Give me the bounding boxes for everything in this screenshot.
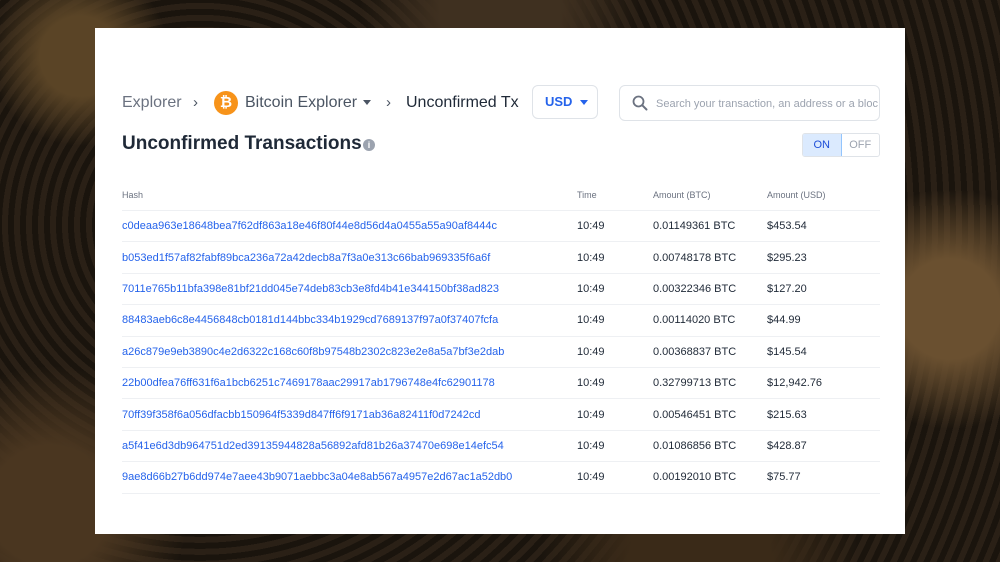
transaction-hash-link[interactable]: a5f41e6d3db964751d2ed39135944828a56892af… — [122, 440, 504, 452]
live-toggle[interactable]: ON OFF — [802, 133, 880, 157]
amount-usd-cell: $215.63 — [767, 398, 880, 431]
time-cell: 10:49 — [577, 430, 653, 463]
header-bar: Explorer › ₿ Bitcoin Explorer › Unconfir… — [122, 85, 880, 121]
search-box[interactable] — [619, 85, 880, 121]
transaction-hash-link[interactable]: 9ae8d66b27b6dd974e7aee43b9071aebbc3a04e8… — [122, 471, 512, 483]
table-row: 7011e765b11bfa398e81bf21dd045e74deb83cb3… — [122, 273, 880, 306]
amount-usd-cell: $75.77 — [767, 461, 880, 494]
amount-usd-cell: $295.23 — [767, 241, 880, 274]
caret-down-icon — [580, 100, 589, 106]
table-row: b053ed1f57af82fabf89bca236a72a42decb8a7f… — [122, 241, 880, 274]
amount-btc-cell: 0.32799713 BTC — [653, 367, 767, 400]
table-row: a26c879e9eb3890c4e2d6322c168c60f8b97548b… — [122, 336, 880, 368]
search-icon — [632, 95, 648, 111]
amount-usd-cell: $453.54 — [767, 210, 880, 243]
breadcrumb-current: Unconfirmed Tx — [406, 94, 519, 111]
amount-btc-cell: 0.00748178 BTC — [653, 241, 767, 274]
bitcoin-logo-icon: ₿ — [214, 91, 238, 115]
transaction-hash-link[interactable]: b053ed1f57af82fabf89bca236a72a42decb8a7f… — [122, 252, 490, 264]
transaction-hash-link[interactable]: 22b00dfea76ff631f6a1bcb6251c7469178aac29… — [122, 377, 495, 389]
transaction-hash-link[interactable]: 7011e765b11bfa398e81bf21dd045e74deb83cb3… — [122, 283, 499, 295]
breadcrumb-separator-icon: › — [193, 94, 198, 111]
transaction-hash-link[interactable]: c0deaa963e18648bea7f62df863a18e46f80f44e… — [122, 220, 497, 232]
search-input[interactable] — [654, 86, 879, 120]
table-row: 70ff39f358f6a056dfacbb150964f5339d847ff6… — [122, 398, 880, 431]
currency-label: USD — [545, 94, 573, 109]
time-cell: 10:49 — [577, 273, 653, 306]
amount-btc-cell: 0.01086856 BTC — [653, 430, 767, 463]
time-cell: 10:49 — [577, 398, 653, 431]
breadcrumb-explorer-link[interactable]: Explorer — [122, 85, 182, 121]
table-header-row: Hash Time Amount (BTC) Amount (USD) — [122, 180, 880, 211]
breadcrumb-bitcoin-explorer-dropdown[interactable]: Bitcoin Explorer — [245, 85, 372, 121]
amount-usd-cell: $44.99 — [767, 304, 880, 337]
amount-btc-cell: 0.00322346 BTC — [653, 273, 767, 306]
info-icon[interactable]: i — [363, 139, 375, 151]
table-row: 88483aeb6c8e4456848cb0181d144bbc334b1929… — [122, 304, 880, 337]
amount-usd-cell: $145.54 — [767, 336, 880, 368]
amount-usd-cell: $127.20 — [767, 273, 880, 306]
time-cell: 10:49 — [577, 461, 653, 494]
caret-down-icon — [363, 100, 372, 106]
amount-btc-cell: 0.00368837 BTC — [653, 336, 767, 368]
column-header-amount-btc: Amount (BTC) — [653, 180, 767, 211]
table-row: 22b00dfea76ff631f6a1bcb6251c7469178aac29… — [122, 367, 880, 400]
page-title: Unconfirmed Transactions — [122, 133, 362, 154]
time-cell: 10:49 — [577, 210, 653, 243]
currency-dropdown[interactable]: USD — [532, 85, 598, 119]
time-cell: 10:49 — [577, 241, 653, 274]
amount-btc-cell: 0.00114020 BTC — [653, 304, 767, 337]
column-header-time: Time — [577, 180, 653, 211]
amount-btc-cell: 0.00192010 BTC — [653, 461, 767, 494]
column-header-hash: Hash — [122, 180, 577, 211]
transactions-table: Hash Time Amount (BTC) Amount (USD) c0de… — [122, 180, 880, 494]
column-header-amount-usd: Amount (USD) — [767, 180, 880, 211]
breadcrumb-bitcoin-label: Bitcoin Explorer — [245, 94, 358, 111]
amount-usd-cell: $12,942.76 — [767, 367, 880, 400]
breadcrumb-separator-icon: › — [386, 94, 391, 111]
toggle-off-button[interactable]: OFF — [842, 134, 880, 156]
table-row: 9ae8d66b27b6dd974e7aee43b9071aebbc3a04e8… — [122, 461, 880, 494]
toggle-on-button[interactable]: ON — [803, 134, 842, 156]
time-cell: 10:49 — [577, 367, 653, 400]
transaction-hash-link[interactable]: a26c879e9eb3890c4e2d6322c168c60f8b97548b… — [122, 346, 504, 358]
time-cell: 10:49 — [577, 336, 653, 368]
time-cell: 10:49 — [577, 304, 653, 337]
amount-btc-cell: 0.01149361 BTC — [653, 210, 767, 243]
amount-usd-cell: $428.87 — [767, 430, 880, 463]
explorer-card: Explorer › ₿ Bitcoin Explorer › Unconfir… — [95, 28, 905, 534]
transaction-hash-link[interactable]: 70ff39f358f6a056dfacbb150964f5339d847ff6… — [122, 409, 480, 421]
table-row: c0deaa963e18648bea7f62df863a18e46f80f44e… — [122, 210, 880, 243]
table-row: a5f41e6d3db964751d2ed39135944828a56892af… — [122, 430, 880, 463]
amount-btc-cell: 0.00546451 BTC — [653, 398, 767, 431]
transaction-hash-link[interactable]: 88483aeb6c8e4456848cb0181d144bbc334b1929… — [122, 314, 498, 326]
